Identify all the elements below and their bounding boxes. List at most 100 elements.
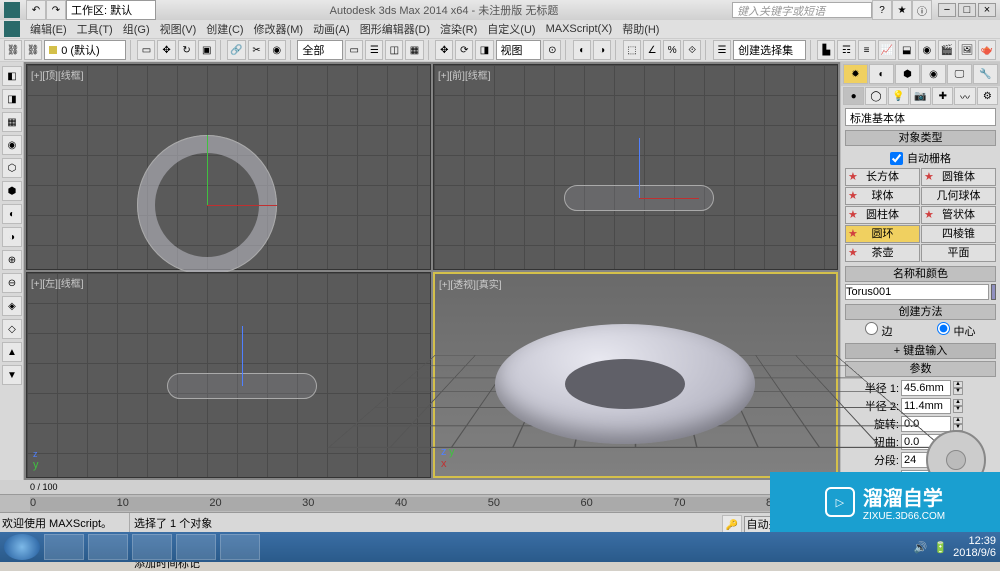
redo-button[interactable]: ↷ [46, 0, 66, 20]
tool11-icon[interactable]: ◈ [2, 296, 22, 316]
menu-group[interactable]: 组(G) [123, 21, 150, 37]
maximize-button[interactable]: □ [958, 3, 976, 17]
tube-button[interactable]: ★管状体 [921, 206, 996, 224]
create-tab-icon[interactable]: ✹ [843, 64, 868, 84]
rollout-params[interactable]: 参数 [845, 361, 996, 377]
radius1-input[interactable] [901, 380, 951, 396]
scale-icon[interactable]: ▣ [198, 40, 216, 60]
plane-button[interactable]: 平面 [921, 244, 996, 262]
rollout-keyboard[interactable]: + 键盘输入 [845, 343, 996, 359]
autogrid-checkbox[interactable] [890, 152, 903, 165]
named-sel-dropdown[interactable]: 创建选择集 [733, 40, 806, 60]
workspace-dropdown[interactable]: 工作区: 默认 [66, 0, 156, 20]
viewport-front[interactable]: [+][前][线框] [433, 64, 838, 270]
render-icon[interactable]: 🫖 [978, 40, 996, 60]
cameras-icon[interactable]: 📷 [910, 87, 931, 105]
radio-center[interactable]: 中心 [937, 322, 975, 339]
menu-create[interactable]: 创建(C) [206, 21, 243, 37]
tool1-icon[interactable]: ◧ [2, 66, 22, 86]
geosphere-button[interactable]: 几何球体 [921, 187, 996, 205]
systems-icon[interactable]: ⚙ [977, 87, 998, 105]
tool3-icon[interactable]: ▦ [2, 112, 22, 132]
category-dropdown[interactable]: 标准基本体 [845, 108, 996, 126]
snap-icon[interactable]: ⬚ [623, 40, 641, 60]
sphere-button[interactable]: ★球体 [845, 187, 920, 205]
taskbar-3dsmax-icon[interactable] [88, 534, 128, 560]
curve-editor-icon[interactable]: 📈 [878, 40, 896, 60]
percent-snap-icon[interactable]: % [663, 40, 681, 60]
editnamed-icon[interactable]: ☰ [713, 40, 731, 60]
taskbar-app4-icon[interactable] [176, 534, 216, 560]
tool5-icon[interactable]: ⬡ [2, 158, 22, 178]
render-setup-icon[interactable]: 🎬 [938, 40, 956, 60]
unlink-icon[interactable]: ⛓ [24, 40, 42, 60]
viewport-front-label[interactable]: [+][前][线框] [438, 67, 491, 82]
selection-filter-dropdown[interactable]: 全部 [297, 40, 343, 60]
mirror-icon[interactable]: ▙ [817, 40, 835, 60]
layers-icon[interactable]: ≡ [858, 40, 876, 60]
torus-button[interactable]: ★圆环 [845, 225, 920, 243]
menu-animation[interactable]: 动画(A) [313, 21, 350, 37]
tool13-icon[interactable]: ▲ [2, 342, 22, 362]
menu-graph[interactable]: 图形编辑器(D) [360, 21, 430, 37]
color-swatch[interactable] [991, 284, 996, 300]
menu-customize[interactable]: 自定义(U) [487, 21, 535, 37]
hierarchy-tab-icon[interactable]: ⬢ [895, 64, 920, 84]
cone-button[interactable]: ★圆锥体 [921, 168, 996, 186]
menu-views[interactable]: 视图(V) [160, 21, 197, 37]
tray-icon[interactable]: 🔋 [933, 541, 947, 554]
select-link-icon[interactable]: ⛓ [4, 40, 22, 60]
viewport-left-label[interactable]: [+][左][线框] [31, 275, 84, 290]
rollout-objtype[interactable]: 对象类型 [845, 130, 996, 146]
unlink2-icon[interactable]: ✂ [248, 40, 266, 60]
radius2-input[interactable] [901, 398, 951, 414]
shapes-icon[interactable]: ◯ [865, 87, 886, 105]
selection-icon[interactable]: ▭ [137, 40, 155, 60]
rotate-tool-icon[interactable]: ⟳ [455, 40, 473, 60]
cylinder-button[interactable]: ★圆柱体 [845, 206, 920, 224]
keymode-icon[interactable]: ◑ [593, 40, 611, 60]
viewport-top[interactable]: [+][顶][线框] [26, 64, 431, 270]
rollout-name[interactable]: 名称和颜色 [845, 266, 996, 282]
tool8-icon[interactable]: ◑ [2, 227, 22, 247]
menu-rendering[interactable]: 渲染(R) [440, 21, 477, 37]
rotation-spinner[interactable]: ▲▼ [953, 417, 963, 431]
motion-tab-icon[interactable]: ◉ [921, 64, 946, 84]
menu-modifiers[interactable]: 修改器(M) [254, 21, 304, 37]
radio-edge[interactable]: 边 [865, 322, 892, 339]
tool14-icon[interactable]: ▼ [2, 365, 22, 385]
radius1-spinner[interactable]: ▲▼ [953, 381, 963, 395]
utilities-tab-icon[interactable]: 🔧 [973, 64, 998, 84]
angle-snap-icon[interactable]: ∠ [643, 40, 661, 60]
rollout-create[interactable]: 创建方法 [845, 304, 996, 320]
window-crossing-icon[interactable]: ▦ [405, 40, 423, 60]
move-icon[interactable]: ✥ [157, 40, 175, 60]
geometry-icon[interactable]: ● [843, 87, 864, 105]
close-button[interactable]: × [978, 3, 996, 17]
minimize-button[interactable]: − [938, 3, 956, 17]
tool6-icon[interactable]: ⬢ [2, 181, 22, 201]
taskbar-chrome-icon[interactable] [44, 534, 84, 560]
tool9-icon[interactable]: ⊕ [2, 250, 22, 270]
bind-icon[interactable]: ◉ [268, 40, 286, 60]
helpers-icon[interactable]: ✚ [932, 87, 953, 105]
teapot-button[interactable]: ★茶壶 [845, 244, 920, 262]
box-button[interactable]: ★长方体 [845, 168, 920, 186]
select-region-icon[interactable]: ◫ [385, 40, 403, 60]
ref-coord-dropdown[interactable]: 视图 [496, 40, 542, 60]
spinner-snap-icon[interactable]: ⟐ [683, 40, 701, 60]
tool7-icon[interactable]: ◐ [2, 204, 22, 224]
rotate-icon[interactable]: ↻ [178, 40, 196, 60]
layer-dropdown[interactable]: 0 (默认) [44, 40, 126, 60]
radius2-spinner[interactable]: ▲▼ [953, 399, 963, 413]
search-input[interactable]: 键入关键字或短语 [732, 2, 872, 18]
tool4-icon[interactable]: ◉ [2, 135, 22, 155]
undo-button[interactable]: ↶ [26, 0, 46, 20]
viewport-perspective[interactable]: [+][透视][真实] z yx [433, 272, 838, 478]
modify-tab-icon[interactable]: ◐ [869, 64, 894, 84]
spacewarps-icon[interactable]: 〰 [954, 87, 975, 105]
taskbar-app5-icon[interactable] [220, 534, 260, 560]
info-icon[interactable]: ⓘ [912, 0, 932, 20]
lights-icon[interactable]: 💡 [888, 87, 909, 105]
pyramid-button[interactable]: 四棱锥 [921, 225, 996, 243]
